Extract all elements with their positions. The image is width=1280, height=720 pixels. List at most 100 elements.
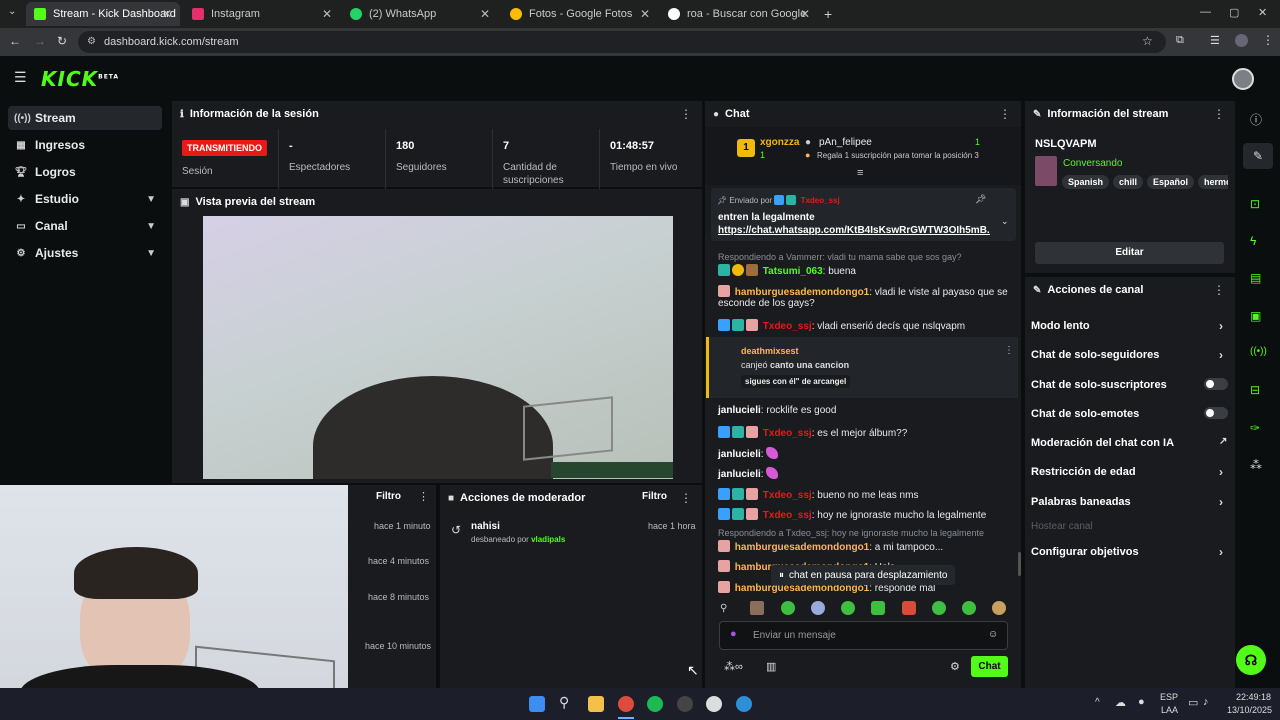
more-options-icon[interactable]: ⋮ [680,491,692,505]
emote-icon[interactable] [750,601,764,615]
tab-close-icon[interactable]: ✕ [640,7,650,21]
users-icon[interactable]: ⁂ [1250,458,1262,472]
reading-list-icon[interactable]: ☰ [1210,34,1220,47]
tab-close-icon[interactable]: ✕ [162,7,172,21]
edit-stream-button[interactable]: Editar [1035,242,1224,264]
tab-close-icon[interactable]: ✕ [800,7,810,21]
chat-username[interactable]: hamburguesademondongo1 [735,542,869,553]
collapse-gifters-icon[interactable]: ≡ [857,167,863,179]
emote-icon[interactable] [811,601,825,615]
chat-username[interactable]: janlucieli [718,449,761,460]
emote-icon[interactable] [962,601,976,615]
file-explorer-icon[interactable] [588,696,604,712]
emote-icon[interactable] [992,601,1006,615]
profile-avatar[interactable] [1235,34,1248,47]
chat-input-box[interactable]: ● Enviar un mensaje ☺ [719,621,1008,650]
tag-chip[interactable]: Spanish [1062,175,1110,189]
scan-icon[interactable]: ⊡ [1250,197,1260,211]
emote-icon[interactable] [871,601,885,615]
kick-logo[interactable]: KICKBETA [41,67,119,91]
minimize-icon[interactable]: — [1200,6,1211,18]
emotes-only-toggle[interactable] [1204,407,1228,419]
more-options-icon[interactable]: ⋮ [999,107,1011,121]
pinned-user[interactable]: Txdeo_ssj [801,196,840,205]
action-slow-mode[interactable]: Modo lento › [1031,319,1227,333]
forward-icon[interactable]: → [34,34,46,48]
document-icon[interactable]: ▤ [1250,271,1261,285]
emote-icon[interactable] [841,601,855,615]
lightning-icon[interactable]: ϟ [1250,234,1256,248]
top-gifter-name[interactable]: pAn_felipee [819,137,872,148]
chat-message[interactable]: janlucieli: [718,447,780,460]
sidebar-item-canal[interactable]: ▭ Canal ▼ [8,214,162,238]
monitor-icon[interactable]: ▭ [1188,696,1198,709]
chat-message[interactable]: hamburguesademondongo1: a mi tampoco... [718,540,943,553]
chat-username[interactable]: deathmixsest [741,346,799,356]
send-chat-button[interactable]: Chat [971,656,1008,677]
store-icon[interactable]: ▥ [766,660,776,673]
emote-picker-icon[interactable]: ⚲ [720,603,727,614]
microphone-icon[interactable]: ● [730,628,737,640]
back-icon[interactable]: ← [9,34,21,48]
cloud-icon[interactable]: ☁ [1115,696,1126,709]
obs-icon[interactable] [677,696,693,712]
chat-message[interactable]: hamburguesademondongo1: vladi le viste a… [718,285,1008,298]
top-gifter-name[interactable]: xgonzza [760,137,799,148]
action-configure-goals[interactable]: Configurar objetivos › [1031,545,1227,559]
chat-username[interactable]: Txdeo_ssj [763,321,812,332]
keyboard-layout[interactable]: LAA [1161,705,1178,715]
chat-username[interactable]: Txdeo_ssj [763,490,812,501]
app-icon[interactable] [706,696,722,712]
action-ai-moderation[interactable]: Moderación del chat con IA ↗ [1031,436,1227,449]
chat-username[interactable]: janlucieli [718,469,761,480]
more-options-icon[interactable]: ⋮ [1213,107,1225,121]
more-options-icon[interactable]: ⋮ [680,107,692,121]
search-icon[interactable]: ⚲ [559,694,575,710]
mod-action-user[interactable]: nahisi [471,521,500,532]
tab-close-icon[interactable]: ✕ [322,7,332,21]
tab-whatsapp[interactable]: (2) WhatsApp ✕ [342,2,498,26]
url-input[interactable]: ⚙ dashboard.kick.com/stream [78,31,1166,53]
wrench-icon[interactable]: ✑ [1250,421,1260,435]
gift-prompt[interactable]: Regala 1 suscripción para tomar la posic… [817,151,979,160]
tag-chip[interactable]: hermoso [1198,175,1228,189]
microphone-tray-icon[interactable]: ● [1138,696,1145,708]
clock-date[interactable]: 13/10/2025 [1227,705,1272,715]
reward-highlight[interactable]: deathmixsest canjeó canto una cancion si… [706,337,1018,398]
chat-username[interactable]: Txdeo_ssj [763,510,812,521]
reload-icon[interactable]: ↻ [57,34,67,48]
chat-message[interactable]: Txdeo_ssj: hoy ne ignoraste mucho la leg… [718,508,986,521]
chat-username[interactable]: janlucieli [718,405,761,416]
subscribers-only-toggle[interactable] [1204,378,1228,390]
mod-action-by[interactable]: vladipals [531,535,565,544]
pin-icon[interactable]: 📌︎ [975,194,986,205]
spotify-icon[interactable] [647,696,663,712]
bookmark-star-icon[interactable]: ☆ [1142,34,1153,48]
chat-message[interactable]: Txdeo_ssj: es el mejor álbum?? [718,426,907,439]
chat-message[interactable]: janlucieli: rocklife es good [718,405,836,416]
sidebar-item-ajustes[interactable]: ⚙ Ajustes ▼ [8,241,162,265]
layout-icon[interactable]: ⊟ [1250,383,1260,397]
tag-chip[interactable]: Español [1147,175,1195,189]
emote-icon[interactable] [781,601,795,615]
modactions-filter-button[interactable]: Filtro [642,491,667,502]
chat-message[interactable]: janlucieli: [718,467,780,480]
chat-message[interactable]: Txdeo_ssj: bueno no me leas nms [718,488,918,501]
browser-menu-icon[interactable]: ⋮ [1262,33,1274,47]
clock-time[interactable]: 22:49:18 [1236,692,1271,702]
chat-settings-icon[interactable]: ⚙ [950,660,960,673]
tray-chevron-icon[interactable]: ^ [1095,697,1100,708]
sidebar-item-estudio[interactable]: ✦ Estudio ▼ [8,187,162,211]
stream-video-preview[interactable] [203,216,673,479]
maximize-icon[interactable]: ▢ [1229,6,1239,19]
broadcast-icon[interactable]: ((•)) [1250,346,1267,357]
action-followers-only[interactable]: Chat de solo-seguidores › [1031,348,1227,362]
globe-icon[interactable] [736,696,752,712]
tab-google-search[interactable]: roa - Buscar con Google ✕ [660,2,818,26]
reply-reference[interactable]: Respondiendo a Vammerr: vladi tu mama sa… [718,252,961,262]
volume-icon[interactable]: ♪ [1203,696,1209,708]
tab-kick-dashboard[interactable]: Stream - Kick Dashboard ✕ [26,2,180,26]
support-headset-icon[interactable]: ☊ [1236,645,1266,675]
chat-username[interactable]: Txdeo_ssj [763,428,812,439]
chevron-down-icon[interactable]: ⌄ [1001,216,1009,227]
